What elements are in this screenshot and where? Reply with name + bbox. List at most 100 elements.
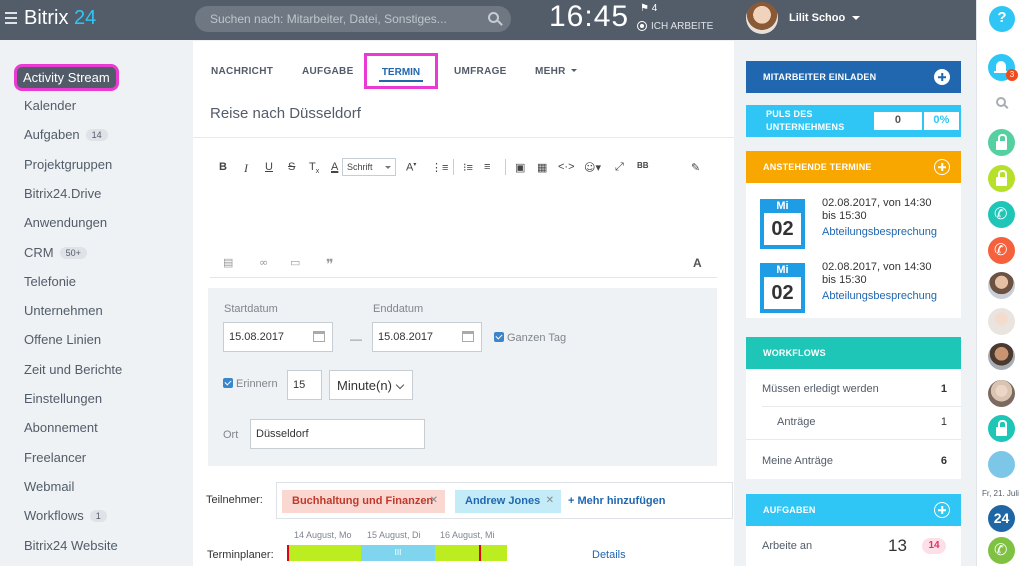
align-icon[interactable]: ≡ (484, 161, 490, 173)
pin-icon[interactable]: ✎ (691, 161, 700, 174)
phone-icon[interactable] (988, 201, 1015, 228)
tasks-header[interactable]: AUFGABEN (746, 494, 961, 526)
work-status[interactable]: ICH ARBEITE (637, 21, 713, 32)
sidebar-item-crm[interactable]: CRM 50+ (24, 245, 87, 260)
planner-day[interactable] (287, 545, 361, 561)
numbered-list-icon[interactable]: ⋮≡ (431, 161, 448, 174)
event-subject-input[interactable]: Reise nach Düsseldorf (210, 105, 361, 122)
search-icon[interactable] (488, 12, 499, 23)
workflows-header[interactable]: WORKFLOWS (746, 337, 961, 369)
code-icon[interactable]: <·> (558, 161, 575, 173)
planner-selected-day[interactable]: III (361, 545, 435, 561)
tab-nachricht[interactable]: NACHRICHT (211, 66, 273, 77)
underline-icon[interactable]: U (265, 161, 273, 173)
end-date-input[interactable]: 15.08.2017 (372, 322, 482, 352)
link-icon[interactable]: ∞ (259, 256, 268, 269)
sidebar-item-activity-stream[interactable]: Activity Stream (14, 64, 119, 91)
add-participant-link[interactable]: + Mehr hinzufügen (568, 495, 665, 507)
lock-icon[interactable] (988, 129, 1015, 156)
search-icon[interactable] (996, 97, 1006, 107)
user-name-menu[interactable]: Lilit Schoo (789, 12, 860, 24)
close-icon[interactable]: ✕ (546, 495, 554, 506)
megaphone-icon[interactable] (988, 451, 1015, 478)
table-icon[interactable]: ▦ (537, 161, 547, 174)
menu-icon[interactable] (5, 12, 17, 14)
invite-button[interactable]: MITARBEITER EINLADEN (746, 61, 961, 93)
file-icon[interactable]: ▤ (223, 256, 233, 269)
add-icon[interactable] (934, 502, 950, 518)
sidebar-item-workflows[interactable]: Workflows 1 (24, 508, 107, 523)
logo[interactable]: Bitrix 24 (24, 7, 96, 30)
formatting-icon[interactable]: A (693, 256, 702, 270)
clear-format-icon[interactable]: Tx (309, 161, 319, 175)
sidebar-item-webmail[interactable]: Webmail (24, 479, 74, 494)
calendar-icon[interactable] (313, 331, 325, 342)
checkbox-icon[interactable] (494, 332, 504, 342)
contact-avatar[interactable] (988, 343, 1015, 370)
event-link[interactable]: Abteilungsbesprechung (822, 290, 937, 302)
close-icon[interactable]: ✕ (430, 495, 438, 506)
participant-tag[interactable]: Andrew Jones ✕ (455, 490, 561, 513)
smiley-icon[interactable]: ☺▾ (584, 161, 601, 174)
avatar[interactable] (746, 2, 778, 34)
bitrix24-icon[interactable]: 24 (988, 505, 1015, 532)
lock-icon[interactable] (988, 165, 1015, 192)
clock[interactable]: 16:45 (549, 0, 629, 34)
font-color-icon[interactable]: A (331, 161, 338, 173)
contact-avatar[interactable] (988, 380, 1015, 407)
quote-icon[interactable]: ❞ (326, 256, 334, 273)
sidebar-item-freelancer[interactable]: Freelancer (24, 450, 86, 465)
calendar-icon[interactable] (462, 331, 474, 342)
phone-missed-icon[interactable] (988, 237, 1015, 264)
sidebar-item-aufgaben[interactable]: Aufgaben 14 (24, 127, 108, 142)
tab-aufgabe[interactable]: AUFGABE (302, 66, 354, 77)
workflow-item[interactable]: Meine Anträge (762, 455, 833, 467)
sidebar-item-telefonie[interactable]: Telefonie (24, 274, 76, 289)
bold-icon[interactable]: B (219, 161, 227, 173)
planner-day[interactable] (435, 545, 507, 561)
sidebar-item-unternehmen[interactable]: Unternehmen (24, 303, 103, 318)
tab-umfrage[interactable]: UMFRAGE (454, 66, 507, 77)
lock-icon[interactable] (988, 415, 1015, 442)
font-size-icon[interactable]: A▾ (406, 161, 416, 174)
tasks-working-label[interactable]: Arbeite an (762, 540, 812, 552)
sidebar-item-projektgruppen[interactable]: Projektgruppen (24, 157, 112, 172)
start-date-input[interactable]: 15.08.2017 (223, 322, 333, 352)
contact-avatar[interactable] (988, 308, 1015, 335)
location-input[interactable]: Düsseldorf (250, 419, 425, 449)
sidebar-item-anwendungen[interactable]: Anwendungen (24, 215, 107, 230)
participants-field[interactable]: Buchhaltung und Finanzen ✕ Andrew Jones ✕ … (276, 482, 733, 519)
workflow-item[interactable]: Anträge (777, 416, 816, 428)
pulse-widget[interactable]: PULS DES UNTERNEHMENS 0 0% (746, 105, 961, 137)
remind-unit-select[interactable]: Minute(n) (329, 370, 413, 400)
sidebar-item-abonnement[interactable]: Abonnement (24, 420, 98, 435)
sidebar-item-offene-linien[interactable]: Offene Linien (24, 332, 101, 347)
help-icon[interactable]: ? (989, 6, 1015, 32)
contact-avatar[interactable] (988, 272, 1015, 299)
font-select[interactable]: Schrift (342, 158, 396, 176)
video-icon[interactable]: ▭ (290, 256, 300, 269)
events-header[interactable]: ANSTEHENDE TERMINE (746, 151, 961, 183)
remind-value-input[interactable]: 15 (287, 370, 322, 400)
image-icon[interactable]: ▣ (515, 161, 525, 174)
tab-mehr[interactable]: MEHR (535, 66, 577, 77)
checkbox-icon[interactable] (223, 378, 233, 388)
call-icon[interactable] (988, 537, 1015, 564)
bullet-list-icon[interactable]: ⁝≡ (463, 161, 473, 174)
flag-counter[interactable]: ⚑ 4 (640, 3, 657, 14)
strikethrough-icon[interactable]: S (288, 161, 295, 173)
add-icon[interactable] (934, 69, 950, 85)
bbcode-icon[interactable]: BB (637, 161, 649, 170)
workflow-item[interactable]: Müssen erledigt werden (762, 383, 879, 395)
fullscreen-icon[interactable]: ⤢ (615, 161, 624, 174)
sidebar-item-zeit-und-berichte[interactable]: Zeit und Berichte (24, 362, 122, 377)
remind-checkbox[interactable]: Erinnern (223, 378, 278, 390)
participant-tag[interactable]: Buchhaltung und Finanzen ✕ (282, 490, 445, 513)
tab-termin[interactable]: TERMIN (364, 53, 438, 89)
sidebar-item-einstellungen[interactable]: Einstellungen (24, 391, 102, 406)
search-input[interactable]: Suchen nach: Mitarbeiter, Datei, Sonstig… (195, 6, 511, 32)
italic-icon[interactable]: I (244, 161, 248, 176)
event-link[interactable]: Abteilungsbesprechung (822, 226, 937, 238)
planner-details-link[interactable]: Details (592, 549, 626, 561)
sidebar-item-kalender[interactable]: Kalender (24, 98, 76, 113)
